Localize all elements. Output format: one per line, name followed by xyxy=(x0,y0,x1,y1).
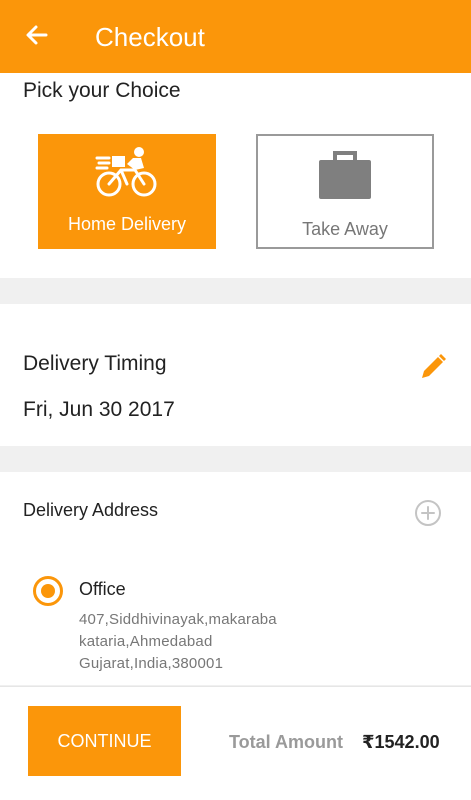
delivery-address-title: Delivery Address xyxy=(23,500,159,520)
pencil-icon xyxy=(422,354,446,378)
address-name: Office xyxy=(79,579,126,599)
back-button[interactable] xyxy=(22,20,52,50)
radio-selected-dot xyxy=(41,584,55,598)
address-line-1: 407,Siddhivinayak,makaraba xyxy=(79,611,277,628)
briefcase-icon xyxy=(319,151,371,199)
app-bar: Checkout xyxy=(0,0,471,73)
address-line-2: kataria,Ahmedabad xyxy=(79,633,213,650)
take-away-option[interactable]: Take Away xyxy=(256,134,434,249)
home-delivery-label: Home Delivery xyxy=(67,214,187,234)
total-amount-label: Total Amount xyxy=(229,732,343,752)
edit-timing-button[interactable] xyxy=(418,352,448,382)
take-away-label: Take Away xyxy=(302,219,388,239)
delivery-address-card: Delivery Address Office 407,Siddhivinaya… xyxy=(0,472,471,685)
plus-circle-icon xyxy=(415,500,441,526)
page-title: Checkout xyxy=(95,22,205,52)
continue-button[interactable]: CONTINUE xyxy=(28,706,181,776)
choice-card: Pick your Choice Home Delivery Take Away xyxy=(0,73,471,278)
delivery-bike-icon xyxy=(95,147,157,197)
arrow-left-icon xyxy=(26,25,48,45)
choice-title: Pick your Choice xyxy=(23,79,181,102)
address-radio[interactable] xyxy=(33,576,63,606)
delivery-timing-title: Delivery Timing xyxy=(23,352,167,375)
add-address-button[interactable] xyxy=(414,499,442,527)
checkout-footer: CONTINUE Total Amount ₹1542.00 xyxy=(0,686,471,800)
total-amount-value: ₹1542.00 xyxy=(362,732,440,752)
delivery-timing-card: Delivery Timing Fri, Jun 30 2017 xyxy=(0,304,471,446)
home-delivery-option[interactable]: Home Delivery xyxy=(38,134,216,249)
delivery-date: Fri, Jun 30 2017 xyxy=(23,398,175,421)
address-line-3: Gujarat,India,380001 xyxy=(79,655,224,672)
